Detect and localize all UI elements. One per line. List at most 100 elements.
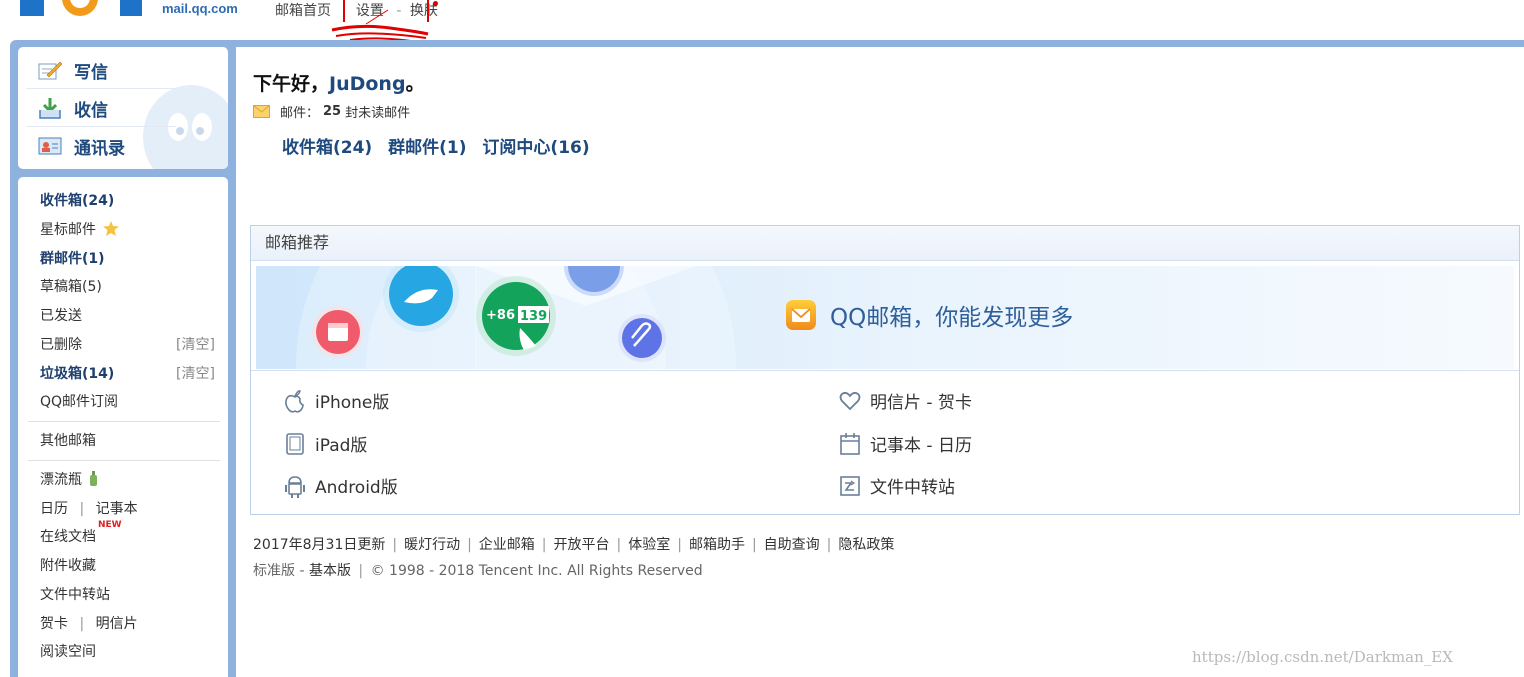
folder-reading[interactable]: 阅读空间 [40,641,96,661]
main-content: 下午好，JuDong。 邮件： 25 封 未读邮件 收件箱(24) 群邮件(1)… [236,47,1524,677]
clear-spam-link[interactable]: [清空] [176,363,215,383]
greeting-text: 下午好， [253,73,330,95]
calendar-icon [840,432,860,455]
folder-spam-label: 垃圾箱(14) [40,366,115,382]
recommend-box: 邮箱推荐 +86 139 QQ邮箱，你能发现更多 iPhone版 iPad版 A… [250,225,1520,515]
pencil-paper-icon [38,61,62,80]
envelope-icon [253,105,270,118]
sidebar-divider [28,460,220,461]
folder-sent[interactable]: 已发送 [40,305,82,325]
recommend-banner[interactable]: +86 139 QQ邮箱，你能发现更多 [256,266,1514,369]
folder-deleted[interactable]: 已删除 [清空] [40,334,220,354]
footer-link-warmlight[interactable]: 暖灯行动 [404,537,460,553]
quick-links: 收件箱(24) 群邮件(1) 订阅中心(16) [282,133,600,158]
android-link[interactable]: Android版 [284,473,398,498]
unread-mail-link[interactable]: 未读邮件 [358,102,410,121]
quick-group-link[interactable]: 群邮件(1) [388,138,466,158]
pipe-separator: | [79,501,85,517]
write-button[interactable]: 写信 [38,53,108,87]
notes-calendar-link[interactable]: 记事本 - 日历 [839,431,972,456]
footer-link-privacy[interactable]: 隐私政策 [838,537,894,553]
folder-drift-bottle[interactable]: 漂流瓶 [40,469,98,489]
folder-subscribe[interactable]: QQ邮件订阅 [40,391,118,411]
red-annotation-mark [331,0,429,43]
footer-links: 2017年8月31日更新 | 暖灯行动 | 企业邮箱 | 开放平台 | 体验室 | 邮箱助手 | 自助查… [253,534,894,554]
quick-subscribe-link[interactable]: 订阅中心(16) [482,138,589,158]
footer-copyright: 标准版 - 基本版 | © 1998 - 2018 Tencent Inc. A… [253,560,703,580]
new-badge: NEW [98,520,122,530]
username: JuDong [329,73,406,95]
folder-drafts[interactable]: 草稿箱(5) [40,276,102,296]
banner-phone-number: 139 [520,309,547,324]
receive-button[interactable]: 收信 [38,91,108,125]
folder-group[interactable]: 群邮件(1) [40,248,105,268]
folder-notes[interactable]: 记事本 [96,501,138,517]
compose-panel: 写信 收信 通讯录 [18,47,228,169]
footer-link-selfhelp[interactable]: 自助查询 [764,537,820,553]
footer-link-enterprise[interactable]: 企业邮箱 [479,537,535,553]
qq-mail-app-icon [786,300,816,330]
clear-deleted-link[interactable]: [清空] [176,334,215,354]
compose-divider [26,88,176,89]
folder-calendar[interactable]: 日历 [40,501,68,517]
version-dash: - [299,563,305,579]
star-icon [103,221,120,236]
postcard-label: 明信片 - 贺卡 [870,393,972,413]
footer-separator: | [751,537,757,553]
nav-home-link[interactable]: 邮箱首页 [275,3,331,19]
folder-card[interactable]: 贺卡 [40,616,68,632]
unread-summary: 邮件： 25 封 未读邮件 [253,102,410,121]
qq-mail-logo[interactable] [20,0,160,20]
footer-link-lab[interactable]: 体验室 [628,537,670,553]
ipad-label: iPad版 [315,436,368,456]
contacts-label: 通讯录 [74,138,125,159]
folder-deleted-label: 已删除 [40,337,82,353]
folder-docs[interactable]: 在线文档NEW [40,520,122,546]
footer-separator: | [541,537,547,553]
folder-sidebar: 收件箱(24) 星标邮件 群邮件(1) 草稿箱(5) 已发送 已删除 [清空] … [18,177,228,677]
footer-link-openplatform[interactable]: 开放平台 [554,537,610,553]
copyright-text: © 1998 - 2018 Tencent Inc. All Rights Re… [370,563,703,579]
apple-icon [285,389,304,413]
docs-label: 在线文档 [40,529,96,545]
iphone-label: iPhone版 [315,393,390,413]
postcard-link[interactable]: 明信片 - 贺卡 [839,388,972,413]
ipad-link[interactable]: iPad版 [284,431,367,456]
compose-divider [26,126,176,127]
footer-separator: | [358,563,364,579]
penguin-watermark-icon [143,85,228,169]
quick-inbox-link[interactable]: 收件箱(24) [282,138,372,158]
blog-watermark: https://blog.csdn.net/Darkman_EX [1192,648,1453,666]
file-transfer-link[interactable]: 文件中转站 [839,473,955,498]
iphone-link[interactable]: iPhone版 [284,388,389,413]
folder-file-transfer[interactable]: 文件中转站 [40,584,110,604]
calendar-notes-row: 日历 | 记事本 [40,498,138,518]
notification-dot [433,1,438,6]
drift-label: 漂流瓶 [40,472,82,488]
inbox-download-icon [39,98,61,119]
footer-link-update[interactable]: 2017年8月31日更新 [253,537,385,553]
footer-separator: | [616,537,622,553]
mail-label: 邮件： [280,106,320,121]
folder-postcard[interactable]: 明信片 [96,616,138,632]
write-label: 写信 [74,62,108,83]
greeting: 下午好，JuDong。 [253,69,425,96]
folder-inbox[interactable]: 收件箱(24) [40,190,114,210]
bottle-icon [90,471,98,486]
folder-attachments[interactable]: 附件收藏 [40,555,96,575]
contacts-button[interactable]: 通讯录 [38,129,125,163]
banner-text: QQ邮箱，你能发现更多 [830,305,1074,331]
recommend-divider [251,370,1519,371]
footer-separator: | [392,537,398,553]
folder-other[interactable]: 其他邮箱 [40,430,96,450]
unread-unit: 封 [345,106,359,121]
version-basic-link[interactable]: 基本版 [309,563,351,579]
footer-link-assistant[interactable]: 邮箱助手 [689,537,745,553]
receive-label: 收信 [74,100,108,121]
version-standard: 标准版 [253,563,295,579]
folder-starred[interactable]: 星标邮件 [40,219,120,239]
banner-phone-prefix: +86 [486,308,515,323]
greeting-end: 。 [405,73,425,95]
folder-starred-label: 星标邮件 [40,222,96,238]
folder-spam[interactable]: 垃圾箱(14) [清空] [40,363,220,383]
